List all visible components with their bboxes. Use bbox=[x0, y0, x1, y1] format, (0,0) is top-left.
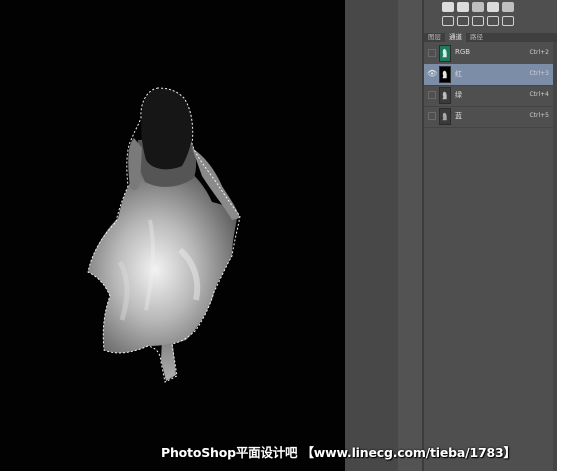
curves-icon[interactable] bbox=[457, 16, 469, 26]
channels-panel: 图层 通道 路径 RGB Ctrl+2 👁 红 Ctrl+3 绿 Ctrl+4 … bbox=[424, 0, 557, 471]
visibility-toggle[interactable] bbox=[428, 112, 436, 120]
channel-shortcut: Ctrl+4 bbox=[529, 91, 549, 98]
arm-left-shape bbox=[128, 138, 142, 191]
adjustments-row-top bbox=[442, 2, 514, 12]
channel-shortcut: Ctrl+2 bbox=[529, 49, 549, 56]
woman-in-dress-selection bbox=[87, 87, 241, 383]
channel-name: 蓝 bbox=[455, 112, 462, 120]
tab-channels[interactable]: 通道 bbox=[445, 33, 466, 42]
panel-tabs: 图层 通道 路径 bbox=[424, 33, 557, 42]
tab-layers[interactable]: 图层 bbox=[424, 33, 445, 42]
channel-name: RGB bbox=[455, 48, 471, 56]
pasteboard bbox=[345, 0, 398, 471]
visibility-toggle[interactable] bbox=[428, 91, 436, 99]
path-tool-icon[interactable] bbox=[442, 2, 454, 12]
recycle-icon[interactable] bbox=[487, 2, 499, 12]
channel-name: 红 bbox=[455, 70, 462, 78]
adjustments-row-bottom bbox=[442, 16, 514, 26]
channel-thumbnail-green bbox=[439, 87, 451, 104]
channel-thumbnail-red bbox=[439, 66, 451, 83]
dress-shape bbox=[88, 168, 238, 353]
channel-shortcut: Ctrl+5 bbox=[529, 112, 549, 119]
channel-row-rgb[interactable]: RGB Ctrl+2 bbox=[424, 43, 557, 65]
exposure-icon[interactable] bbox=[487, 16, 499, 26]
page-margin bbox=[557, 0, 570, 471]
channel-thumbnail-blue bbox=[439, 108, 451, 125]
gradient-icon[interactable] bbox=[472, 16, 484, 26]
eye-icon[interactable]: 👁 bbox=[427, 69, 437, 79]
levels-icon[interactable] bbox=[442, 16, 454, 26]
watermark-text: PhotoShop平面设计吧 【www.linecg.com/tieba/178… bbox=[161, 445, 516, 460]
channel-shortcut: Ctrl+3 bbox=[529, 70, 549, 77]
hue-icon[interactable] bbox=[502, 16, 514, 26]
channel-name: 绿 bbox=[455, 91, 462, 99]
fill-icon[interactable] bbox=[472, 2, 484, 12]
channel-row-red[interactable]: 👁 红 Ctrl+3 bbox=[424, 64, 557, 86]
grid-icon[interactable] bbox=[502, 2, 514, 12]
channel-row-blue[interactable]: 蓝 Ctrl+5 bbox=[424, 106, 557, 128]
tab-paths[interactable]: 路径 bbox=[466, 33, 487, 42]
document-canvas[interactable] bbox=[0, 0, 345, 471]
visibility-toggle[interactable] bbox=[428, 49, 436, 57]
adjust-icon[interactable] bbox=[457, 2, 469, 12]
collapsed-panel-strip bbox=[398, 0, 422, 471]
channel-row-green[interactable]: 绿 Ctrl+4 bbox=[424, 85, 557, 107]
channel-thumbnail-rgb bbox=[439, 45, 451, 62]
